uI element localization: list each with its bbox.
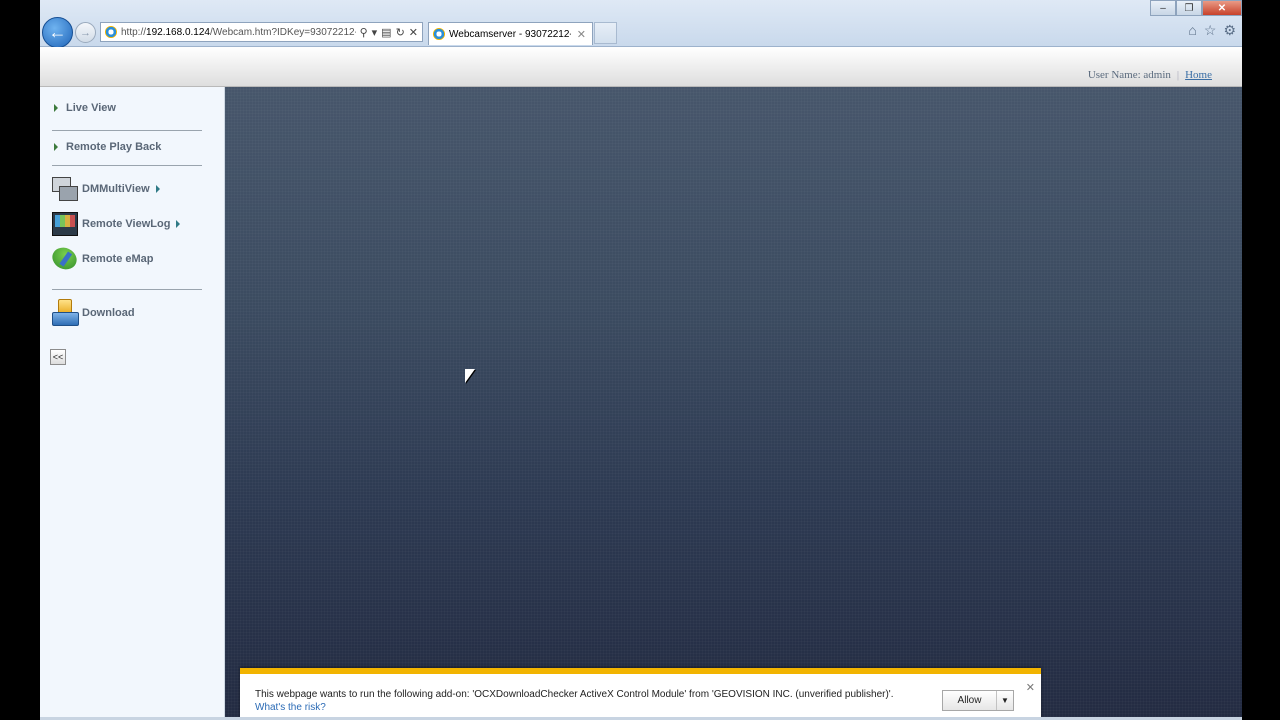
live-view-area[interactable] [225, 87, 1242, 720]
restore-button[interactable]: ❐ [1176, 0, 1202, 16]
sidebar-item-label: Remote eMap [82, 252, 154, 265]
sidebar-divider [52, 289, 202, 290]
sidebar: Live View Remote Play Back DMMultiView R… [40, 87, 225, 720]
close-tab-icon[interactable]: ✕ [571, 28, 592, 41]
sidebar-item-live-view[interactable]: Live View [54, 102, 116, 114]
back-button[interactable]: ← [42, 17, 73, 48]
ie-page-icon [105, 26, 117, 38]
whats-the-risk-link[interactable]: What's the risk? [255, 702, 326, 713]
star-icon[interactable]: ☆ [1204, 22, 1217, 39]
gear-icon[interactable]: ⚙ [1223, 22, 1236, 39]
browser-icons: ⌂ ☆ ⚙ [1188, 22, 1236, 39]
dropdown-icon[interactable]: ▾ [372, 26, 378, 39]
user-info: User Name: admin | Home [1088, 69, 1212, 81]
url-text[interactable]: http://192.168.0.124/Webcam.htm?IDKey=93… [121, 27, 356, 38]
sidebar-item-label: Live View [66, 102, 116, 114]
window-controls: – ❐ ✕ [1150, 0, 1242, 16]
sidebar-item-remote-viewlog[interactable]: Remote ViewLog [51, 210, 181, 237]
multiview-icon [51, 175, 78, 202]
sidebar-item-remote-playback[interactable]: Remote Play Back [54, 141, 161, 153]
sidebar-item-dm-multiview[interactable]: DMMultiView [51, 175, 160, 202]
stop-icon[interactable]: ✕ [409, 26, 418, 39]
allow-button[interactable]: Allow ▼ [942, 690, 1014, 711]
submenu-arrow-icon [155, 184, 160, 193]
chevron-down-icon[interactable]: ▼ [996, 691, 1013, 710]
sidebar-item-remote-emap[interactable]: Remote eMap [49, 243, 154, 274]
collapse-sidebar-button[interactable]: << [50, 349, 66, 365]
tab-title: Webcamserver - 93072212-... [449, 28, 571, 40]
url-host: 192.168.0.124 [146, 26, 210, 38]
compat-view-icon[interactable]: ▤ [381, 26, 391, 39]
minimize-button[interactable]: – [1150, 0, 1176, 16]
user-name-label: User Name: admin [1087, 69, 1171, 81]
back-arrow-icon: ← [48, 22, 67, 42]
sidebar-item-label: Remote ViewLog [82, 217, 171, 230]
refresh-icon[interactable]: ↻ [396, 26, 405, 39]
download-icon [51, 299, 79, 326]
addon-notification-bar: This webpage wants to run the following … [240, 668, 1041, 720]
forward-arrow-icon: → [80, 26, 91, 39]
url-path: /Webcam.htm?IDKey=93072212- [209, 26, 356, 38]
submenu-arrow-icon [176, 219, 181, 228]
sidebar-divider [52, 165, 202, 166]
home-icon[interactable]: ⌂ [1188, 22, 1196, 39]
mouse-cursor-icon [465, 369, 475, 383]
viewlog-icon [51, 210, 78, 237]
browser-window: ← → http://192.168.0.124/Webcam.htm?IDKe… [40, 0, 1242, 720]
tab-webcamserver[interactable]: Webcamserver - 93072212-... ✕ [428, 22, 593, 45]
emap-icon [49, 243, 80, 274]
sidebar-item-label: Download [82, 306, 135, 319]
allow-label: Allow [957, 695, 982, 706]
close-window-button[interactable]: ✕ [1202, 0, 1242, 16]
sidebar-divider [52, 130, 202, 131]
triangle-right-icon [54, 143, 58, 151]
sidebar-item-label: Remote Play Back [66, 141, 162, 153]
triangle-right-icon [54, 104, 58, 112]
header-separator: | [1176, 69, 1180, 81]
browser-toolbar: ← → http://192.168.0.124/Webcam.htm?IDKe… [40, 0, 1242, 48]
close-notification-icon[interactable]: ✕ [1026, 681, 1035, 694]
home-link[interactable]: Home [1185, 69, 1212, 81]
notification-message: This webpage wants to run the following … [255, 689, 894, 700]
address-bar[interactable]: http://192.168.0.124/Webcam.htm?IDKey=93… [100, 22, 423, 42]
sidebar-item-download[interactable]: Download [51, 299, 135, 326]
search-icon[interactable]: ⚲ [360, 26, 368, 39]
forward-button[interactable]: → [75, 22, 96, 43]
sidebar-item-label: DMMultiView [82, 182, 150, 195]
url-prefix: http:// [121, 26, 147, 38]
ie-page-icon [433, 28, 445, 40]
new-tab-button[interactable] [594, 22, 617, 44]
page-header: User Name: admin | Home [40, 47, 1242, 87]
